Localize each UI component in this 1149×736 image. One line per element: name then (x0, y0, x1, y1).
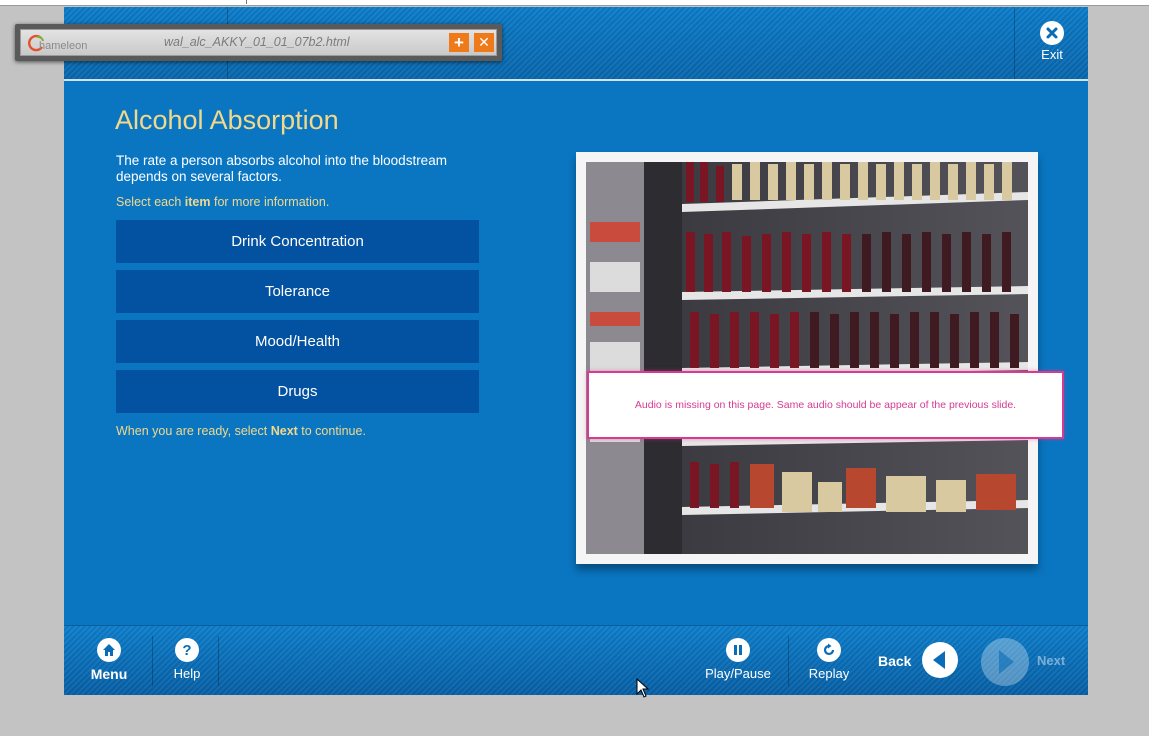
menu-button[interactable]: Menu (88, 638, 130, 682)
footer-divider (152, 636, 153, 686)
header-divider-right (1014, 7, 1015, 79)
audio-missing-note: Audio is missing on this page. Same audi… (587, 371, 1064, 439)
back-button[interactable] (922, 642, 958, 678)
help-label: Help (173, 666, 201, 681)
instruction-text: Select each item for more information. (116, 195, 329, 209)
item-button-drugs[interactable]: Drugs (116, 370, 479, 413)
replay-button[interactable]: Replay (804, 638, 854, 681)
course-player: Exit Alcohol Absorption The rate a perso… (64, 7, 1088, 695)
back-arrow-icon (933, 651, 945, 669)
extension-inner: hameleon wal_alc_AKKY_01_01_07b2.html + … (20, 29, 497, 56)
mouse-cursor-icon (636, 678, 650, 698)
instruction-pre: Select each (116, 195, 185, 209)
replay-icon (817, 638, 841, 662)
header-rule (64, 79, 1088, 81)
play-pause-label: Play/Pause (705, 666, 771, 681)
chameleon-logo: hameleon (27, 33, 97, 53)
close-icon[interactable]: ✕ (474, 33, 494, 52)
item-button-drink-concentration[interactable]: Drink Concentration (116, 220, 479, 263)
replay-label: Replay (808, 666, 850, 681)
back-label[interactable]: Back (878, 653, 911, 669)
instruction-post: for more information. (210, 195, 330, 209)
logo-text: hameleon (39, 40, 88, 52)
extension-filename: wal_alc_AKKY_01_01_07b2.html (164, 35, 350, 49)
top-edge-tick (246, 0, 247, 4)
photo-frame (576, 152, 1038, 564)
play-pause-button[interactable]: Play/Pause (700, 638, 776, 681)
page-title: Alcohol Absorption (115, 105, 339, 135)
help-button[interactable]: ? Help (168, 638, 206, 681)
continue-text: When you are ready, select Next to conti… (116, 424, 366, 438)
exit-close-icon (1040, 21, 1064, 45)
plus-icon[interactable]: + (449, 33, 469, 52)
next-arrow-icon (999, 650, 1014, 674)
chameleon-extension-bar: hameleon wal_alc_AKKY_01_01_07b2.html + … (15, 24, 502, 61)
browser-top-edge (0, 0, 1149, 6)
continue-post: to continue. (297, 424, 366, 438)
intro-text: The rate a person absorbs alcohol into t… (116, 153, 447, 184)
exit-button[interactable]: Exit (1030, 21, 1074, 62)
course-footer: Menu ? Help Play/Pause Replay Back Next (64, 625, 1088, 695)
footer-divider (788, 636, 789, 686)
item-button-tolerance[interactable]: Tolerance (116, 270, 479, 313)
pause-icon (726, 638, 750, 662)
home-icon (97, 638, 121, 662)
liquor-shelf-photo (586, 162, 1028, 554)
continue-pre: When you are ready, select (116, 424, 271, 438)
next-label[interactable]: Next (1037, 653, 1065, 668)
help-icon: ? (175, 638, 199, 662)
exit-label: Exit (1041, 47, 1063, 62)
continue-bold: Next (270, 424, 298, 438)
instruction-bold: item (184, 195, 211, 209)
footer-divider (218, 636, 219, 686)
item-button-mood-health[interactable]: Mood/Health (116, 320, 479, 363)
menu-label: Menu (90, 666, 128, 682)
next-button[interactable] (981, 638, 1029, 686)
